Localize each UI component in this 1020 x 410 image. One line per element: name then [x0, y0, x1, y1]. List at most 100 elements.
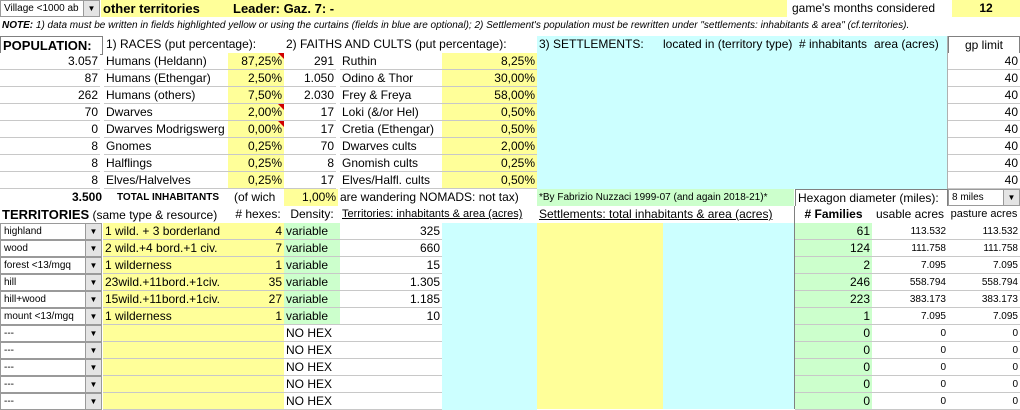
faith-percent-input[interactable]: 0,50% [442, 172, 537, 189]
usable-acres-value: 0 [872, 342, 948, 359]
faith-percent-input[interactable]: 0,50% [442, 121, 537, 138]
territory-description-input[interactable]: 1 wild. + 3 borderland [103, 223, 232, 240]
faith-count: 17 [284, 104, 336, 121]
race-percent-input[interactable]: 0,00% [228, 121, 284, 138]
territory-description-input[interactable] [103, 359, 232, 376]
chevron-down-icon[interactable]: ▼ [1003, 190, 1019, 205]
hex-count-input[interactable] [232, 342, 284, 359]
faith-percent-input[interactable]: 58,00% [442, 87, 537, 104]
chevron-down-icon[interactable]: ▼ [85, 292, 101, 307]
months-input[interactable]: 12 [952, 0, 1020, 17]
hex-count-input[interactable] [232, 325, 284, 342]
chevron-down-icon[interactable]: ▼ [85, 275, 101, 290]
territory-area-cell[interactable] [442, 274, 537, 291]
months-label: game's months considered [790, 0, 952, 17]
territory-area-cell[interactable] [442, 291, 537, 308]
chevron-down-icon[interactable]: ▼ [85, 326, 101, 341]
chevron-down-icon[interactable]: ▼ [85, 394, 101, 409]
chevron-down-icon[interactable]: ▼ [85, 258, 101, 273]
territory-area-cell[interactable] [442, 342, 537, 359]
faith-percent-input[interactable]: 8,25% [442, 53, 537, 70]
density-value: NO HEX [284, 342, 340, 359]
hex-count-input[interactable] [232, 393, 284, 410]
territory-type-select[interactable]: --- ▼ [0, 342, 102, 359]
territory-description-input[interactable]: 23wild.+11bord.+1civ. [103, 274, 232, 291]
hex-count-input[interactable] [232, 376, 284, 393]
chevron-down-icon[interactable]: ▼ [85, 377, 101, 392]
territory-description-input[interactable]: 15wild.+11bord.+1civ. [103, 291, 232, 308]
settlements-area[interactable] [537, 53, 948, 189]
territory-area-cell[interactable] [442, 325, 537, 342]
territory-description-input[interactable]: 2 wild.+4 bord.+1 civ. [103, 240, 232, 257]
territory-area-cell[interactable] [442, 257, 537, 274]
settlement-inhab-area[interactable] [537, 223, 663, 409]
hex-count-input[interactable]: 7 [232, 240, 284, 257]
faith-percent-input[interactable]: 0,50% [442, 104, 537, 121]
density-value: NO HEX [284, 359, 340, 376]
territory-type-select[interactable]: hill ▼ [0, 274, 102, 291]
hex-count-input[interactable]: 27 [232, 291, 284, 308]
race-percent-input[interactable]: 2,00% [228, 104, 284, 121]
faith-percent-input[interactable]: 0,25% [442, 155, 537, 172]
hex-count-input[interactable]: 1 [232, 257, 284, 274]
territory-type-select[interactable]: --- ▼ [0, 359, 102, 376]
territory-area-cell[interactable] [442, 308, 537, 325]
settlement-type-select[interactable]: Village <1000 ab ▼ [0, 0, 100, 17]
race-percent-input[interactable]: 7,50% [228, 87, 284, 104]
territory-description-input[interactable]: 1 wilderness [103, 308, 232, 325]
chevron-down-icon[interactable]: ▼ [85, 224, 101, 239]
territory-area-cell[interactable] [442, 240, 537, 257]
territory-description-input[interactable] [103, 376, 232, 393]
hex-count-input[interactable]: 4 [232, 223, 284, 240]
faith-percent-input[interactable]: 30,00% [442, 70, 537, 87]
chevron-down-icon[interactable]: ▼ [85, 309, 101, 324]
territory-area-cell[interactable] [442, 223, 537, 240]
territory-description-input[interactable] [103, 393, 232, 410]
race-name: Humans (Ethengar) [104, 70, 228, 87]
faith-count: 17 [284, 121, 336, 138]
territory-description-input[interactable]: 1 wilderness [103, 257, 232, 274]
race-percent-input[interactable]: 2,50% [228, 70, 284, 87]
territory-description-input[interactable] [103, 342, 232, 359]
chevron-down-icon[interactable]: ▼ [85, 343, 101, 358]
race-count: 8 [0, 138, 100, 155]
sheet-title[interactable]: other territories [101, 0, 225, 17]
territory-type-select[interactable]: wood ▼ [0, 240, 102, 257]
territory-type-select[interactable]: hill+wood ▼ [0, 291, 102, 308]
race-percent-input[interactable]: 87,25% [228, 53, 284, 70]
territory-area-cell[interactable] [442, 376, 537, 393]
territory-type-select[interactable]: forest <13/mgq ▼ [0, 257, 102, 274]
territory-type-select[interactable]: --- ▼ [0, 393, 102, 410]
territory-inhabitants: 15 [340, 257, 442, 274]
territory-area-cell[interactable] [442, 359, 537, 376]
territory-type-select[interactable]: --- ▼ [0, 325, 102, 342]
chevron-down-icon[interactable]: ▼ [85, 360, 101, 375]
chevron-down-icon[interactable]: ▼ [85, 241, 101, 256]
note-row: NOTE: 1) data must be written in fields … [0, 17, 1020, 34]
chevron-down-icon[interactable]: ▼ [83, 1, 99, 16]
race-percent-input[interactable]: 0,25% [228, 138, 284, 155]
race-percent-input[interactable]: 0,25% [228, 172, 284, 189]
race-percent-input[interactable]: 0,25% [228, 155, 284, 172]
territory-type-select[interactable]: highland ▼ [0, 223, 102, 240]
hex-count-input[interactable]: 35 [232, 274, 284, 291]
nomads-pct-input[interactable]: 1,00% [284, 189, 338, 206]
race-name: Halflings [104, 155, 228, 172]
territory-type-select[interactable]: mount <13/mgq ▼ [0, 308, 102, 325]
territory-type-select[interactable]: --- ▼ [0, 376, 102, 393]
inhabitants-header: # inhabitants [797, 36, 872, 53]
note-text: 1) data must be written in fields highli… [35, 20, 910, 31]
territory-description-input[interactable] [103, 325, 232, 342]
faith-percent-input[interactable]: 2,00% [442, 138, 537, 155]
pasture-acres-value: 111.758 [948, 240, 1020, 257]
territory-area-cell[interactable] [442, 393, 537, 410]
density-value: NO HEX [284, 393, 340, 410]
families-count: 0 [795, 393, 872, 410]
pasture-acres-value: 383.173 [948, 291, 1020, 308]
settlement-area-area[interactable] [663, 223, 795, 409]
hex-count-input[interactable]: 1 [232, 308, 284, 325]
families-count: 246 [795, 274, 872, 291]
gp-limit-value: 40 [948, 121, 1020, 138]
hex-count-input[interactable] [232, 359, 284, 376]
hex-diameter-select[interactable]: 8 miles ▼ [948, 189, 1020, 206]
